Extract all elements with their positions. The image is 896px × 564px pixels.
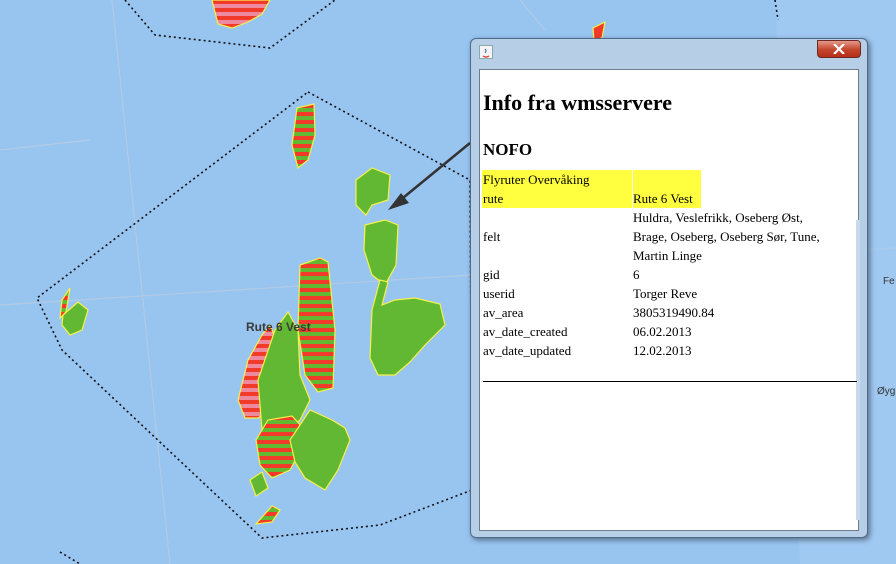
attribute-table: Flyruter Overvåking rute Rute 6 Vest fel… xyxy=(482,170,849,360)
attr-key-rute: rute xyxy=(482,189,632,208)
scrollbar-track[interactable] xyxy=(856,220,860,520)
attr-key-felt: felt xyxy=(483,229,501,244)
info-content: Info fra wmsservere NOFO Flyruter Overvå… xyxy=(479,69,860,531)
table-row: userid Torger Reve xyxy=(482,284,849,303)
table-row: gid 6 xyxy=(482,265,849,284)
route-label: Rute 6 Vest xyxy=(246,320,311,334)
attr-key-av-date-created: av_date_created xyxy=(483,324,568,339)
attr-value-av-area: 3805319490.84 xyxy=(633,305,715,320)
layer-row: Flyruter Overvåking xyxy=(482,170,849,189)
source-heading: NOFO xyxy=(483,140,533,159)
layer-name-pad xyxy=(632,170,849,189)
attr-key-av-date-updated: av_date_updated xyxy=(483,343,572,358)
felt-line-3: Martin Linge xyxy=(633,248,702,263)
info-window[interactable]: Info fra wmsservere NOFO Flyruter Overvå… xyxy=(470,38,868,538)
table-row: av_date_updated 12.02.2013 xyxy=(482,341,849,360)
close-icon xyxy=(833,44,845,54)
table-row: av_area 3805319490.84 xyxy=(482,303,849,322)
attr-key-av-area: av_area xyxy=(483,305,524,320)
window-titlebar[interactable] xyxy=(471,39,867,65)
attr-value-rute: Rute 6 Vest xyxy=(633,189,701,208)
java-icon xyxy=(479,45,493,59)
attr-value-felt: Huldra, Veslefrikk, Oseberg Øst, Brage, … xyxy=(632,208,849,265)
attr-key-userid: userid xyxy=(483,286,515,301)
attr-value-av-date-updated: 12.02.2013 xyxy=(633,343,692,358)
felt-line-1: Huldra, Veslefrikk, Oseberg Øst, xyxy=(633,210,803,225)
edge-place-label-1: Fe xyxy=(883,276,895,287)
felt-line-2: Brage, Oseberg, Oseberg Sør, Tune, xyxy=(633,229,820,244)
close-button[interactable] xyxy=(817,40,861,58)
attr-value-gid: 6 xyxy=(633,267,640,282)
table-row: av_date_created 06.02.2013 xyxy=(482,322,849,341)
attr-key-gid: gid xyxy=(483,267,500,282)
attr-value-userid: Torger Reve xyxy=(633,286,698,301)
layer-name: Flyruter Overvåking xyxy=(482,170,632,189)
info-heading: Info fra wmsservere xyxy=(483,90,672,115)
table-row: rute Rute 6 Vest xyxy=(482,189,849,208)
divider xyxy=(483,381,857,382)
table-row: felt Huldra, Veslefrikk, Oseberg Øst, Br… xyxy=(482,208,849,265)
attr-value-av-date-created: 06.02.2013 xyxy=(633,324,692,339)
edge-place-label-2: Øyg xyxy=(877,386,896,397)
